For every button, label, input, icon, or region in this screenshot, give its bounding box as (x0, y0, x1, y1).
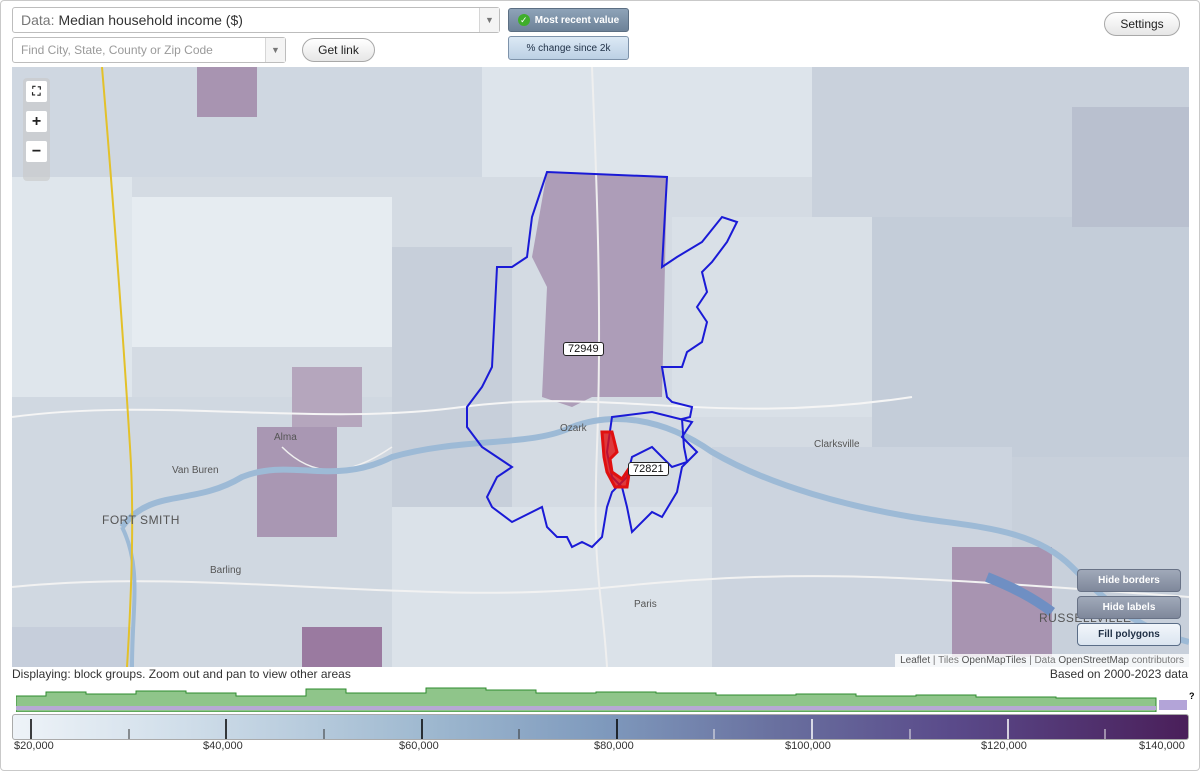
attribution-tiles-link[interactable]: OpenMapTiles (962, 655, 1027, 666)
most-recent-value-button[interactable]: ✓ Most recent value (508, 8, 629, 32)
zoom-in-button[interactable]: + (26, 111, 47, 132)
color-legend-bar (12, 714, 1189, 740)
data-select[interactable]: Data: Median household income ($) ▼ (12, 7, 500, 33)
search-placeholder: Find City, State, County or Zip Code (21, 43, 213, 57)
chevron-down-icon[interactable]: ▼ (265, 38, 285, 62)
legend-label-60k: $60,000 (399, 740, 439, 752)
map-attribution: Leaflet | Tiles OpenMapTiles | Data Open… (895, 654, 1189, 667)
hide-borders-button[interactable]: Hide borders (1077, 569, 1181, 592)
place-label-paris: Paris (634, 599, 657, 610)
legend-ticks (30, 719, 1106, 739)
legend-label-80k: $80,000 (594, 740, 634, 752)
legend-label-20k: $20,000 (14, 740, 54, 752)
chevron-down-icon[interactable]: ▼ (479, 8, 499, 32)
place-label-van-buren: Van Buren (172, 465, 219, 476)
income-histogram (16, 687, 1187, 712)
legend-label-120k: $120,000 (981, 740, 1027, 752)
get-link-button[interactable]: Get link (302, 38, 375, 62)
attribution-data-suffix: contributors (1131, 655, 1184, 666)
displaying-text: Displaying: block groups. Zoom out and p… (12, 667, 351, 681)
map-view[interactable]: Alma Van Buren FORT SMITH Barling Ozark … (12, 67, 1189, 667)
place-label-clarksville: Clarksville (814, 439, 860, 450)
place-label-alma: Alma (274, 432, 297, 443)
check-icon: ✓ (517, 14, 530, 26)
fill-polygons-button[interactable]: Fill polygons (1077, 623, 1181, 646)
histogram-nodata-bin (1159, 700, 1187, 710)
histogram-baseline (16, 706, 1156, 710)
data-select-value: Median household income ($) (58, 12, 243, 28)
zoom-controls: ⛶ + − (23, 78, 50, 181)
legend-labels: $20,000 $40,000 $60,000 $80,000 $100,000… (12, 740, 1189, 756)
based-on-text: Based on 2000-2023 data (1049, 667, 1188, 681)
place-label-ozark: Ozark (560, 423, 587, 434)
attribution-tiles-prefix: | Tiles (932, 655, 959, 666)
zoom-out-button[interactable]: − (26, 141, 47, 162)
fit-extent-icon[interactable]: ⛶ (26, 81, 47, 102)
place-label-barling: Barling (210, 565, 242, 576)
zip-label-72949[interactable]: 72949 (563, 342, 604, 356)
pct-change-button[interactable]: % change since 2k (508, 36, 629, 60)
search-input[interactable]: Find City, State, County or Zip Code ▼ (12, 37, 286, 63)
attribution-leaflet-link[interactable]: Leaflet (900, 655, 930, 666)
data-select-prefix: Data: (21, 12, 55, 28)
map-canvas (12, 67, 1189, 667)
legend-label-100k: $100,000 (785, 740, 831, 752)
settings-button[interactable]: Settings (1104, 12, 1180, 36)
place-label-fort-smith: FORT SMITH (102, 513, 180, 527)
help-question-mark[interactable]: ? (1189, 691, 1195, 701)
most-recent-value-label: Most recent value (534, 14, 620, 26)
legend-label-40k: $40,000 (203, 740, 243, 752)
legend-label-140k: $140,000 (1139, 740, 1185, 752)
attribution-osm-link[interactable]: OpenStreetMap (1058, 655, 1129, 666)
hide-labels-button[interactable]: Hide labels (1077, 596, 1181, 619)
zip-label-72821[interactable]: 72821 (628, 462, 669, 476)
attribution-data-prefix: | Data (1029, 655, 1056, 666)
